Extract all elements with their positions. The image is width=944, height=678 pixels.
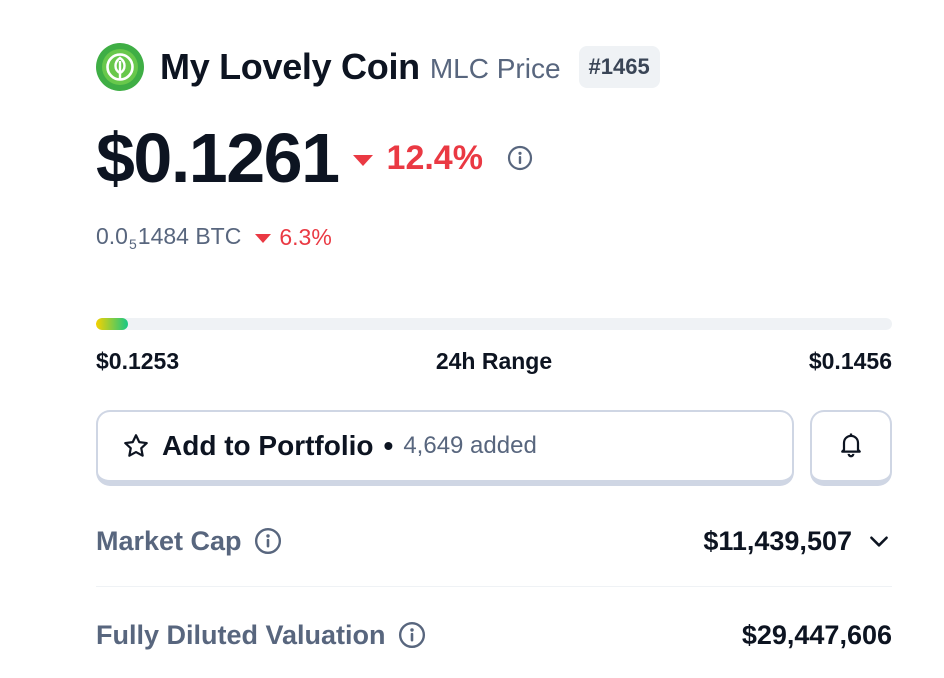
price-change-24h: 12.4% [352, 138, 483, 178]
rank-badge: #1465 [578, 46, 660, 88]
info-circle-icon[interactable] [254, 527, 282, 555]
range-label: 24h Range [435, 347, 553, 374]
btc-price: 0.051484 BTC [96, 223, 241, 252]
market-cap-value: $11,439,507 [703, 525, 852, 556]
btc-change-percent: 6.3% [279, 223, 332, 250]
star-outline-icon [122, 432, 150, 460]
coin-logo-icon [96, 43, 144, 91]
current-price: $0.1261 [96, 119, 340, 197]
range-low: $0.1253 [96, 347, 180, 374]
price-alert-button[interactable] [810, 410, 892, 486]
divider [96, 586, 892, 587]
fdv-label: Fully Diluted Valuation [96, 619, 386, 650]
range-bar [96, 318, 892, 330]
chevron-down-icon[interactable] [866, 528, 892, 554]
btc-price-row: 0.051484 BTC 6.3% [96, 222, 332, 252]
range-high: $0.1456 [808, 347, 892, 374]
coin-header: My Lovely Coin MLC Price #1465 [96, 42, 660, 92]
range-labels: $0.1253 24h Range $0.1456 [96, 346, 892, 376]
market-cap-value-group: $11,439,507 [703, 526, 892, 557]
btc-price-prefix: 0.0 [96, 222, 128, 249]
stat-row-market-cap[interactable]: Market Cap $11,439,507 [96, 516, 892, 566]
info-circle-icon[interactable] [398, 621, 426, 649]
add-to-portfolio-button[interactable]: Add to Portfolio • 4,649 added [96, 410, 794, 486]
bell-icon [837, 430, 865, 463]
portfolio-label: Add to Portfolio [162, 430, 374, 461]
stat-label: Market Cap [96, 526, 282, 557]
price-change-percent: 12.4% [386, 138, 483, 177]
caret-down-icon [255, 234, 272, 243]
caret-down-icon [352, 154, 373, 166]
info-circle-icon[interactable] [507, 145, 533, 171]
stat-label: Fully Diluted Valuation [96, 620, 426, 651]
coin-name: My Lovely Coin [160, 46, 420, 87]
range-bar-fill [96, 318, 128, 330]
btc-unit: BTC [188, 222, 242, 249]
coin-price-subtitle: MLC Price [429, 53, 561, 84]
btc-price-change: 6.3% [255, 223, 332, 251]
fdv-value: $29,447,606 [741, 619, 892, 650]
market-cap-label: Market Cap [96, 525, 242, 556]
btc-price-zero-count: 5 [128, 235, 137, 252]
stat-row-fdv: Fully Diluted Valuation $29,447,606 [96, 610, 892, 660]
btc-price-digits: 1484 [137, 222, 189, 249]
separator-dot: • [383, 430, 394, 461]
price-row: $0.1261 12.4% [96, 118, 533, 198]
portfolio-added-count: 4,649 added [403, 432, 537, 459]
